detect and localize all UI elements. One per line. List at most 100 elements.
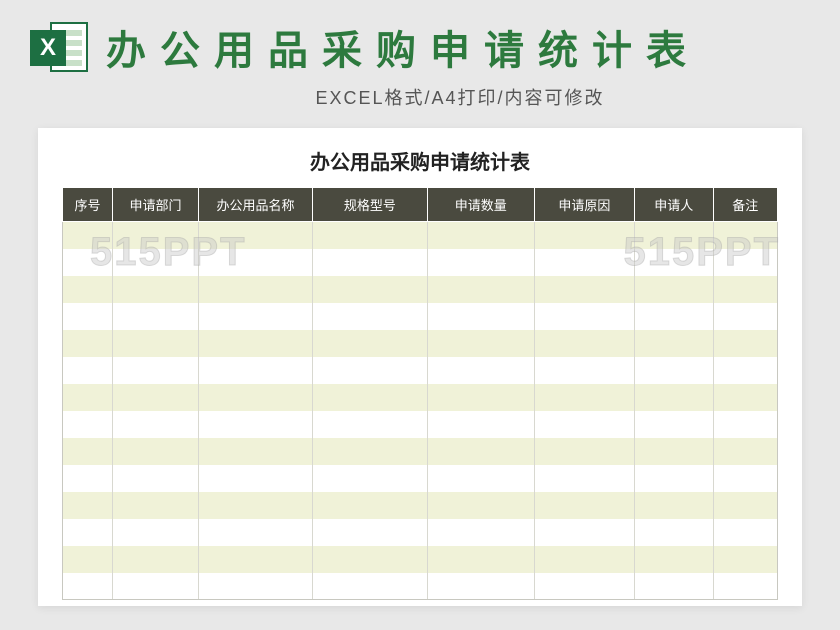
table-row bbox=[63, 330, 778, 357]
col-header: 申请部门 bbox=[113, 188, 199, 222]
col-header: 序号 bbox=[63, 188, 113, 222]
table-cell bbox=[427, 438, 534, 465]
table-cell bbox=[713, 519, 777, 546]
table-cell bbox=[427, 465, 534, 492]
table-cell bbox=[63, 249, 113, 276]
table-cell bbox=[198, 384, 312, 411]
table-cell bbox=[113, 303, 199, 330]
table-cell bbox=[113, 573, 199, 600]
table-cell bbox=[113, 222, 199, 249]
table-row bbox=[63, 438, 778, 465]
table-row bbox=[63, 546, 778, 573]
table-cell bbox=[634, 276, 713, 303]
table-cell bbox=[113, 276, 199, 303]
page-title: 办公用品采购申请统计表 bbox=[106, 18, 700, 76]
table-cell bbox=[198, 303, 312, 330]
table-cell bbox=[63, 519, 113, 546]
table-cell bbox=[313, 249, 427, 276]
table-cell bbox=[534, 411, 634, 438]
table-cell bbox=[634, 492, 713, 519]
table-cell bbox=[198, 465, 312, 492]
table-row bbox=[63, 492, 778, 519]
col-header: 申请人 bbox=[634, 188, 713, 222]
table-cell bbox=[534, 465, 634, 492]
table-cell bbox=[198, 573, 312, 600]
table-cell bbox=[427, 303, 534, 330]
table-cell bbox=[534, 249, 634, 276]
table-cell bbox=[634, 438, 713, 465]
col-header: 办公用品名称 bbox=[198, 188, 312, 222]
table-cell bbox=[63, 330, 113, 357]
table-cell bbox=[198, 492, 312, 519]
table-cell bbox=[313, 303, 427, 330]
table-cell bbox=[713, 573, 777, 600]
table-cell bbox=[113, 519, 199, 546]
table-cell bbox=[634, 411, 713, 438]
table-cell bbox=[113, 465, 199, 492]
table-cell bbox=[634, 465, 713, 492]
table-cell bbox=[63, 303, 113, 330]
excel-x-badge: X bbox=[30, 30, 66, 66]
table-cell bbox=[534, 222, 634, 249]
table-row bbox=[63, 222, 778, 249]
table-cell bbox=[713, 411, 777, 438]
table-row bbox=[63, 357, 778, 384]
table-cell bbox=[427, 357, 534, 384]
table-row bbox=[63, 303, 778, 330]
table-cell bbox=[427, 492, 534, 519]
col-header: 申请原因 bbox=[534, 188, 634, 222]
table-cell bbox=[713, 303, 777, 330]
table-cell bbox=[113, 546, 199, 573]
table-cell bbox=[634, 303, 713, 330]
table-cell bbox=[63, 357, 113, 384]
col-header: 备注 bbox=[713, 188, 777, 222]
table-cell bbox=[634, 249, 713, 276]
table-cell bbox=[63, 222, 113, 249]
table-cell bbox=[534, 492, 634, 519]
excel-icon: X bbox=[30, 18, 88, 76]
table-cell bbox=[113, 357, 199, 384]
table-cell bbox=[313, 222, 427, 249]
table-cell bbox=[427, 249, 534, 276]
table-cell bbox=[63, 411, 113, 438]
table-cell bbox=[113, 249, 199, 276]
table-cell bbox=[634, 519, 713, 546]
table-cell bbox=[427, 573, 534, 600]
table-cell bbox=[113, 438, 199, 465]
table-cell bbox=[113, 384, 199, 411]
table-cell bbox=[198, 357, 312, 384]
table-cell bbox=[534, 573, 634, 600]
table-cell bbox=[63, 438, 113, 465]
table-cell bbox=[534, 330, 634, 357]
table-cell bbox=[63, 492, 113, 519]
table-cell bbox=[713, 357, 777, 384]
table-cell bbox=[313, 276, 427, 303]
sheet-title: 办公用品采购申请统计表 bbox=[62, 146, 778, 175]
table-cell bbox=[634, 357, 713, 384]
table-cell bbox=[198, 411, 312, 438]
table-cell bbox=[63, 465, 113, 492]
table-cell bbox=[713, 276, 777, 303]
table-cell bbox=[313, 573, 427, 600]
table-row bbox=[63, 465, 778, 492]
table-row bbox=[63, 573, 778, 600]
table-cell bbox=[713, 384, 777, 411]
table-body bbox=[63, 222, 778, 600]
table-cell bbox=[713, 492, 777, 519]
table-cell bbox=[634, 222, 713, 249]
table-cell bbox=[427, 276, 534, 303]
table-cell bbox=[113, 411, 199, 438]
table-cell bbox=[713, 222, 777, 249]
table-cell bbox=[63, 384, 113, 411]
table-cell bbox=[313, 357, 427, 384]
table-cell bbox=[313, 411, 427, 438]
table-row bbox=[63, 411, 778, 438]
table-cell bbox=[534, 384, 634, 411]
table-cell bbox=[713, 330, 777, 357]
table-cell bbox=[713, 249, 777, 276]
table-cell bbox=[198, 519, 312, 546]
table-cell bbox=[534, 438, 634, 465]
header-bar: X 办公用品采购申请统计表 bbox=[0, 0, 840, 82]
table-cell bbox=[534, 276, 634, 303]
table-row bbox=[63, 249, 778, 276]
